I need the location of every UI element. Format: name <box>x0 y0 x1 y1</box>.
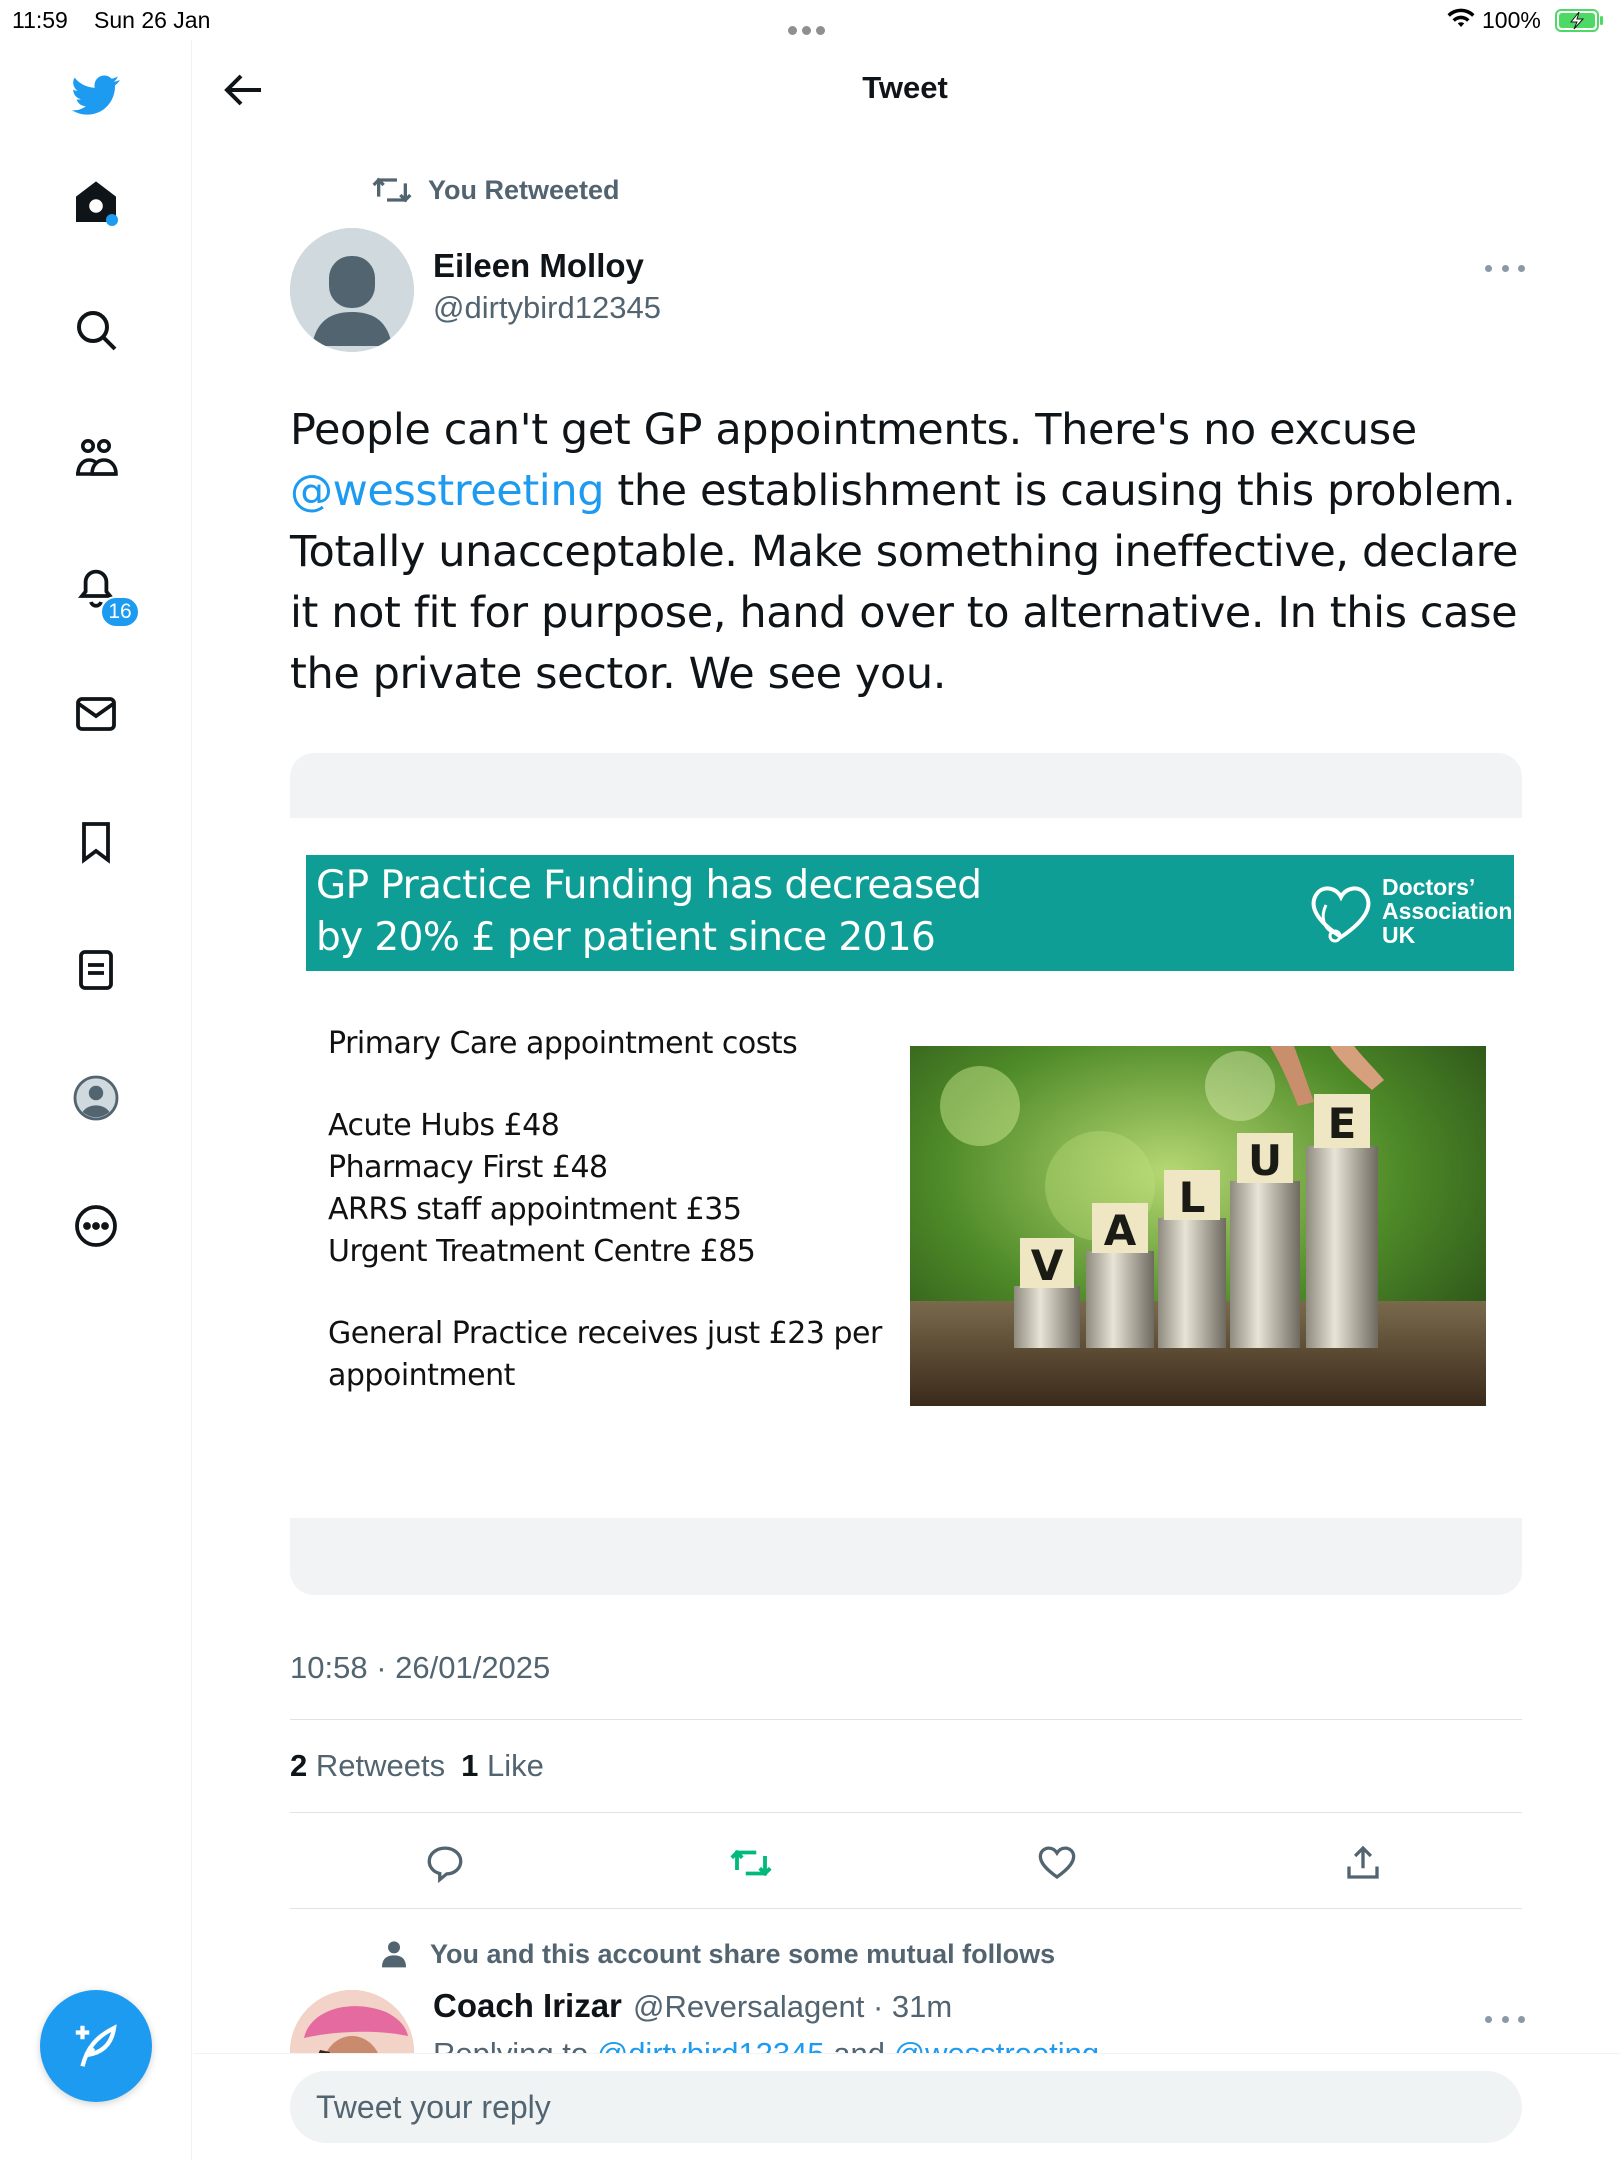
back-arrow-icon[interactable] <box>218 66 268 114</box>
logo-line-2: Association <box>1382 898 1513 924</box>
mention-link[interactable]: @wesstreeting <box>290 466 604 516</box>
list-item: Acute Hubs £48 <box>328 1108 560 1143</box>
compose-feather-icon <box>75 2024 117 2067</box>
list-footer-1: General Practice receives just £23 per <box>328 1316 882 1351</box>
photo-letter: A <box>1104 1206 1137 1255</box>
reply-icon <box>427 1846 463 1884</box>
compose-tweet-button[interactable] <box>40 1990 152 2102</box>
tweet-stats: 2 Retweets 1 Like <box>290 1748 544 1784</box>
reply-meta: @Reversalagent · 31m <box>633 1989 953 2024</box>
communities-icon[interactable] <box>66 428 126 488</box>
tweet-text: People can't get GP appointments. There'… <box>290 400 1530 705</box>
list-item: Urgent Treatment Centre £85 <box>328 1234 756 1269</box>
dauk-logo-text: Doctors’ Association UK <box>1382 875 1512 947</box>
dauk-heart-stethoscope-icon <box>1311 886 1371 943</box>
value-coins-photo: V A L U E <box>910 1046 1486 1406</box>
status-time: 11:59 <box>12 7 68 33</box>
person-icon <box>382 1941 406 1968</box>
battery-charging-icon <box>1555 9 1603 32</box>
likes-label: Like <box>486 1748 544 1783</box>
wifi-icon <box>1447 8 1475 27</box>
lists-icon[interactable] <box>66 940 126 1000</box>
notifications-badge: 16 <box>100 596 140 628</box>
logo-line-3: UK <box>1382 922 1416 948</box>
share-button[interactable] <box>1334 1834 1392 1892</box>
author-name[interactable]: Eileen Molloy <box>433 247 644 285</box>
photo-letter: E <box>1328 1099 1357 1148</box>
reply-composer-bar <box>193 2053 1620 2160</box>
photo-letter: L <box>1179 1173 1206 1222</box>
reply-author-name[interactable]: Coach Irizar <box>433 1987 622 2025</box>
mutual-follows-label: You and this account share some mutual f… <box>430 1938 1056 1969</box>
funding-banner: GP Practice Funding has decreased by 20%… <box>306 855 1514 971</box>
status-date: Sun 26 Jan <box>94 7 211 33</box>
photo-letter: U <box>1248 1136 1282 1185</box>
tweet-actions <box>290 1834 1522 1892</box>
mutual-follows-context: You and this account share some mutual f… <box>378 1938 1055 1970</box>
logo-line-1: Doctors’ <box>1382 874 1476 900</box>
battery-percent: 100% <box>1482 7 1541 33</box>
search-icon[interactable] <box>66 300 126 360</box>
appointment-costs-list: Primary Care appointment costs Acute Hub… <box>328 1023 888 1397</box>
retweets-stat[interactable]: 2 Retweets <box>290 1748 445 1784</box>
list-item: ARRS staff appointment £35 <box>328 1192 742 1227</box>
reply-button[interactable] <box>416 1834 474 1892</box>
home-new-dot <box>106 214 118 226</box>
likes-count: 1 <box>461 1748 479 1783</box>
reply-more-icon[interactable] <box>1485 2006 1525 2032</box>
banner-line-1: GP Practice Funding has decreased <box>316 863 982 908</box>
bookmarks-icon[interactable] <box>66 812 126 872</box>
reply-composer[interactable] <box>290 2071 1522 2143</box>
more-options-icon[interactable] <box>66 1196 126 1256</box>
author-handle[interactable]: @dirtybird12345 <box>433 290 661 326</box>
retweets-count: 2 <box>290 1748 308 1783</box>
retweet-active-icon <box>730 1849 772 1877</box>
share-icon <box>1347 1845 1379 1879</box>
divider <box>290 1812 1522 1813</box>
retweet-icon <box>372 177 412 203</box>
like-button[interactable] <box>1028 1834 1086 1892</box>
author-avatar[interactable] <box>290 228 414 352</box>
heart-icon <box>1038 1846 1076 1880</box>
messages-icon[interactable] <box>66 684 126 744</box>
photo-letter: V <box>1031 1241 1064 1290</box>
list-footer-2: appointment <box>328 1358 515 1393</box>
profile-avatar-icon[interactable] <box>66 1068 126 1128</box>
default-avatar-icon <box>290 228 414 352</box>
retweet-context-label: You Retweeted <box>428 174 620 205</box>
page-title: Tweet <box>862 70 948 105</box>
list-title: Primary Care appointment costs <box>328 1026 798 1061</box>
multitasking-dots-icon[interactable] <box>788 14 834 35</box>
slide: GP Practice Funding has decreased by 20%… <box>290 818 1522 1518</box>
reply-input[interactable] <box>290 2071 1522 2143</box>
list-item: Pharmacy First £48 <box>328 1150 608 1185</box>
divider <box>290 1908 1522 1909</box>
tweet-more-icon[interactable] <box>1485 255 1525 281</box>
status-bar: 11:59 Sun 26 Jan 100% <box>0 0 1620 40</box>
tweet-text-part1: People can't get GP appointments. There'… <box>290 405 1417 455</box>
sidebar: 16 <box>0 40 192 2160</box>
retweet-button[interactable] <box>722 1834 780 1892</box>
tweet-timestamp[interactable]: 10:58 · 26/01/2025 <box>290 1650 550 1686</box>
divider <box>290 1719 1522 1720</box>
retweets-label: Retweets <box>315 1748 446 1783</box>
banner-line-2: by 20% £ per patient since 2016 <box>316 915 936 960</box>
twitter-logo-icon[interactable] <box>66 65 126 125</box>
likes-stat[interactable]: 1 Like <box>461 1748 544 1784</box>
retweet-context: You Retweeted <box>372 170 620 210</box>
tweet-media-image[interactable]: GP Practice Funding has decreased by 20%… <box>290 753 1522 1595</box>
